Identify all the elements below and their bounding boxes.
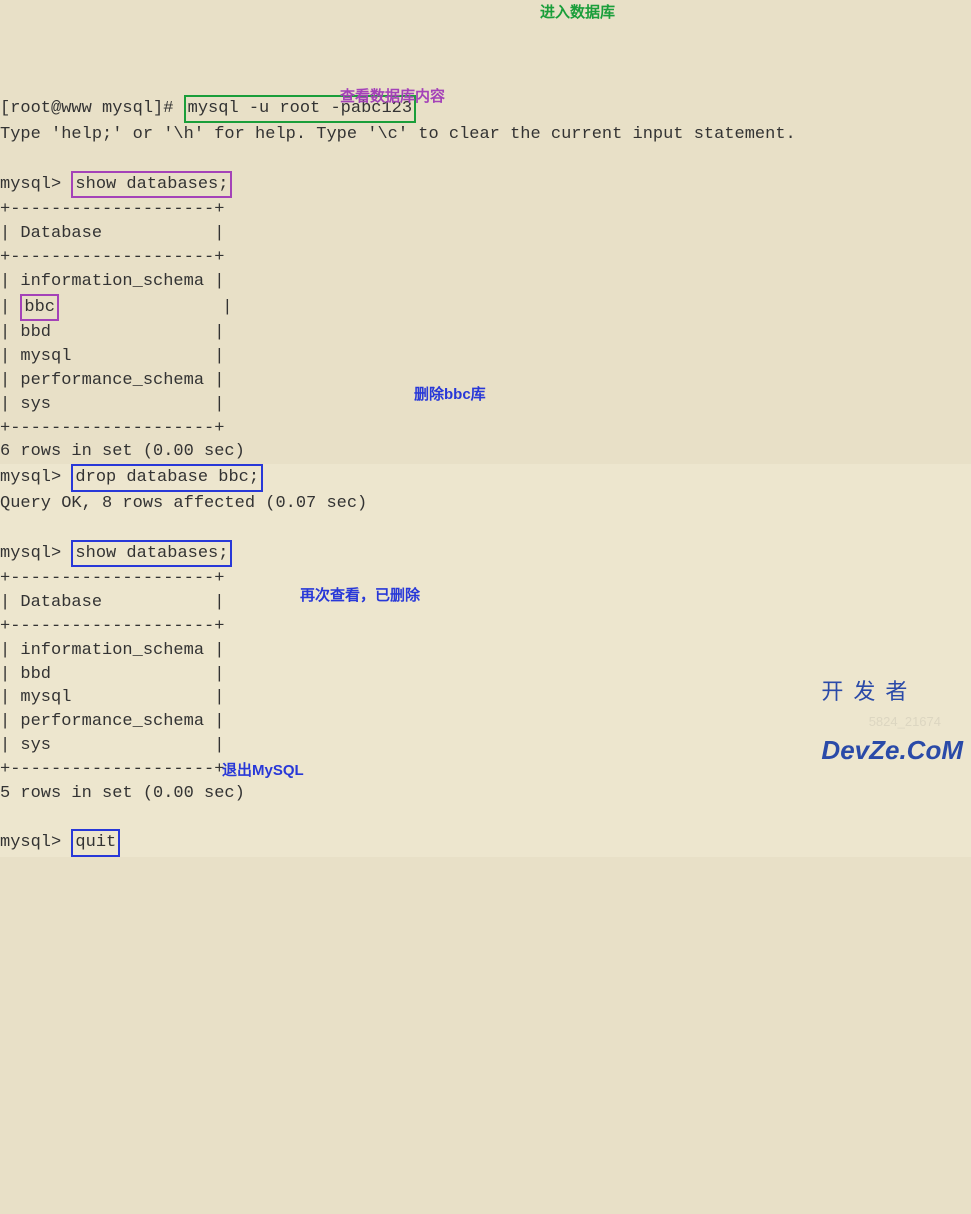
table-header: | Database | <box>0 593 224 612</box>
db-row: | mysql | <box>0 347 224 366</box>
mysql-prompt: mysql> <box>0 833 71 852</box>
watermark-en: DevZe.CoM <box>821 737 963 763</box>
annotation-again: 再次查看，已删除 <box>300 585 420 606</box>
db-row: | sys | <box>0 736 224 755</box>
show-db-command-1-box: show databases; <box>71 171 232 199</box>
mysql-prompt: mysql> <box>0 175 71 194</box>
table-sep: +--------------------+ <box>0 760 224 779</box>
annotation-login: 进入数据库 <box>540 2 615 23</box>
rows-count-2: 5 rows in set (0.00 sec) <box>0 784 245 803</box>
watermark-cn: 开发者 <box>821 681 963 703</box>
table-header: | Database | <box>0 224 224 243</box>
table-sep: +--------------------+ <box>0 419 224 438</box>
table-sep: +--------------------+ <box>0 248 224 267</box>
db-row-post: | <box>59 298 232 317</box>
show-db-command-2: show databases; <box>75 544 228 563</box>
db-row: | performance_schema | <box>0 712 224 731</box>
quit-command-box: quit <box>71 829 120 857</box>
annotation-quit: 退出MySQL <box>222 760 304 781</box>
rows-count-1: 6 rows in set (0.00 sec) <box>0 442 245 461</box>
db-row: | information_schema | <box>0 641 224 660</box>
table-sep: +--------------------+ <box>0 617 224 636</box>
mysql-prompt: mysql> <box>0 544 71 563</box>
show-db-command-1: show databases; <box>75 175 228 194</box>
db-row: | bbd | <box>0 323 224 342</box>
db-row-pre: | <box>0 298 20 317</box>
db-row: | sys | <box>0 395 224 414</box>
db-row: | mysql | <box>0 688 224 707</box>
annotation-drop: 删除bbc库 <box>414 384 486 405</box>
drop-command-box: drop database bbc; <box>71 464 263 492</box>
show-db-command-2-box: show databases; <box>71 540 232 568</box>
annotation-show-db: 查看数据库内容 <box>340 86 445 107</box>
table-sep: +--------------------+ <box>0 569 224 588</box>
drop-command: drop database bbc; <box>75 468 259 487</box>
db-row: | bbd | <box>0 665 224 684</box>
quit-command: quit <box>75 833 116 852</box>
mysql-prompt: mysql> <box>0 468 71 487</box>
site-watermark: 开发者 DevZe.CoM <box>821 647 963 780</box>
bbc-db: bbc <box>24 298 55 317</box>
table-sep: +--------------------+ <box>0 200 224 219</box>
bbc-db-box: bbc <box>20 294 59 322</box>
db-row: | information_schema | <box>0 272 224 291</box>
help-line: Type 'help;' or '\h' for help. Type '\c'… <box>0 125 796 144</box>
shell-prompt: [root@www mysql]# <box>0 99 184 118</box>
db-row: | performance_schema | <box>0 371 224 390</box>
drop-result: Query OK, 8 rows affected (0.07 sec) <box>0 494 367 513</box>
